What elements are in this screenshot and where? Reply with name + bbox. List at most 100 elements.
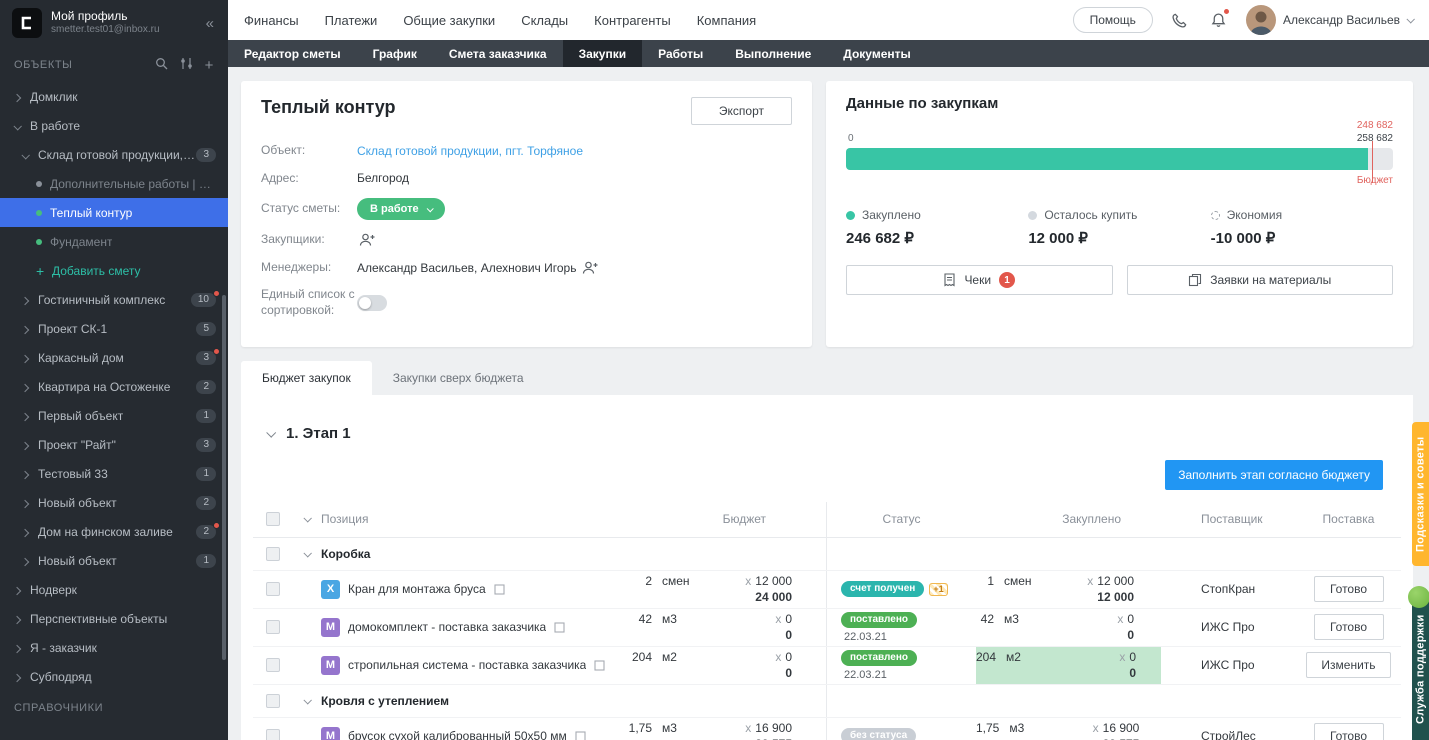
row-checkbox[interactable] xyxy=(266,729,280,740)
sidebar-item-group[interactable]: Перспективные объекты xyxy=(0,604,228,633)
sidebar-scrollbar[interactable] xyxy=(222,295,226,660)
stage-header[interactable]: 1. Этап 1 xyxy=(267,425,1387,442)
position-name[interactable]: стропильная система - поставка заказчика xyxy=(348,658,586,672)
sidebar-item-object[interactable]: Квартира на Остоженке 2 xyxy=(0,372,228,401)
status-badge[interactable]: поставлено xyxy=(841,650,917,666)
tab-works[interactable]: Работы xyxy=(642,40,719,67)
count-badge: 3 xyxy=(196,351,216,365)
add-estimate-button[interactable]: + Добавить смету xyxy=(0,256,228,285)
table-row[interactable]: X Кран для монтажа бруса 2 смен x12 0002… xyxy=(253,571,1401,609)
position-name[interactable]: брусок сухой калиброванный 50x50 мм xyxy=(348,729,567,740)
fill-stage-button[interactable]: Заполнить этап согласно бюджету xyxy=(1165,460,1383,490)
export-button[interactable]: Экспорт xyxy=(691,97,792,125)
bell-icon[interactable] xyxy=(1207,8,1231,32)
chevron-down-icon[interactable] xyxy=(303,696,311,704)
tree-item-label: Проект СК-1 xyxy=(38,322,107,336)
sidebar-item-group[interactable]: Субподряд xyxy=(0,662,228,691)
sidebar-item-group[interactable]: Я - заказчик xyxy=(0,633,228,662)
sidebar-item-object[interactable]: Новый объект 2 xyxy=(0,488,228,517)
tab-editor[interactable]: Редактор сметы xyxy=(228,40,357,67)
tab-client-estimate[interactable]: Смета заказчика xyxy=(433,40,563,67)
nav-warehouses[interactable]: Склады xyxy=(521,13,568,28)
note-icon[interactable] xyxy=(594,660,605,671)
position-name[interactable]: домокомплект - поставка заказчика xyxy=(348,620,546,634)
sidebar-item-object[interactable]: Дом на финском заливе 2 xyxy=(0,517,228,546)
add-person-icon[interactable] xyxy=(359,232,376,247)
add-object-icon[interactable]: + xyxy=(205,58,214,73)
nav-company[interactable]: Компания xyxy=(697,13,757,28)
count-badge: 5 xyxy=(196,322,216,336)
object-link[interactable]: Склад готовой продукции, пгт. Торфяное xyxy=(357,144,583,158)
sidebar-item-object[interactable]: Проект СК-1 5 xyxy=(0,314,228,343)
nav-contractors[interactable]: Контрагенты xyxy=(594,13,671,28)
chevron-down-icon[interactable] xyxy=(303,514,311,522)
sidebar-item-object[interactable]: Новый объект 1 xyxy=(0,546,228,575)
row-checkbox[interactable] xyxy=(266,658,280,672)
note-icon[interactable] xyxy=(575,731,586,740)
checks-button[interactable]: Чеки 1 xyxy=(846,265,1113,295)
budget-unit: м3 xyxy=(652,612,700,626)
row-checkbox[interactable] xyxy=(266,582,280,596)
profile-block[interactable]: Мой профиль smetter.test01@inbox.ru « xyxy=(0,0,228,46)
group-row[interactable]: Коробка xyxy=(253,538,1401,571)
tab-progress[interactable]: Выполнение xyxy=(719,40,827,67)
chevron-down-icon[interactable] xyxy=(303,549,311,557)
nav-payments[interactable]: Платежи xyxy=(325,13,378,28)
count-badge: 2 xyxy=(196,525,216,539)
sidebar-item-group[interactable]: В работе xyxy=(0,111,228,140)
tab-schedule[interactable]: График xyxy=(357,40,433,67)
single-list-toggle[interactable] xyxy=(357,295,387,311)
tips-side-tab[interactable]: Подсказки и советы xyxy=(1412,422,1429,566)
row-checkbox[interactable] xyxy=(266,620,280,634)
user-menu[interactable]: Александр Васильев xyxy=(1246,5,1413,35)
delivery-action-button[interactable]: Готово xyxy=(1314,576,1384,602)
table-row[interactable]: М брусок сухой калиброванный 50x50 мм 1,… xyxy=(253,718,1401,740)
tab-purchases[interactable]: Закупки xyxy=(563,40,643,67)
position-name[interactable]: Кран для монтажа бруса xyxy=(348,582,486,596)
budget-marker-label: Бюджет xyxy=(1357,175,1393,186)
tab-purchase-budget[interactable]: Бюджет закупок xyxy=(241,361,372,395)
sidebar-item-object[interactable]: Проект "Райт" 3 xyxy=(0,430,228,459)
select-all-checkbox[interactable] xyxy=(266,512,280,526)
search-icon[interactable] xyxy=(155,57,168,73)
sidebar-item-object[interactable]: Домклик xyxy=(0,82,228,111)
sidebar-item-estimate-selected[interactable]: Теплый контур xyxy=(0,198,228,227)
table-row[interactable]: М домокомплект - поставка заказчика 42 м… xyxy=(253,609,1401,647)
delivery-action-button[interactable]: Готово xyxy=(1314,614,1384,640)
sidebar-item-object[interactable]: Склад готовой продукции, пгт. 3 xyxy=(0,140,228,169)
status-badge[interactable]: счет получен xyxy=(841,581,924,597)
material-requests-button[interactable]: Заявки на материалы xyxy=(1127,265,1394,295)
sidebar-item-object[interactable]: Каркасный дом 3 xyxy=(0,343,228,372)
phone-icon[interactable] xyxy=(1168,8,1192,32)
nav-finances[interactable]: Финансы xyxy=(244,13,299,28)
help-button[interactable]: Помощь xyxy=(1073,7,1153,33)
support-side-tab[interactable]: Служба поддержки xyxy=(1412,598,1429,740)
status-badge[interactable]: поставлено xyxy=(841,612,917,628)
sidebar-collapse-icon[interactable]: « xyxy=(202,13,218,34)
add-person-icon[interactable] xyxy=(582,260,599,275)
tab-documents[interactable]: Документы xyxy=(827,40,926,67)
table-row[interactable]: М стропильная система - поставка заказчи… xyxy=(253,647,1401,685)
filter-icon[interactable] xyxy=(180,57,193,73)
sidebar-item-object[interactable]: Гостиничный комплекс 10 xyxy=(0,285,228,314)
sidebar-item-object[interactable]: Тестовый 33 1 xyxy=(0,459,228,488)
group-checkbox[interactable] xyxy=(266,547,280,561)
delivery-action-button[interactable]: Готово xyxy=(1314,723,1384,740)
legend-remaining: Осталось купить 12 000 ₽ xyxy=(1028,208,1210,247)
sidebar-item-estimate[interactable]: Дополнительные работы | Фун... xyxy=(0,169,228,198)
status-extra-badge[interactable]: +1 xyxy=(929,583,947,596)
note-icon[interactable] xyxy=(494,584,505,595)
status-badge[interactable]: без статуса xyxy=(841,728,916,740)
directories-section-header[interactable]: СПРАВОЧНИКИ xyxy=(0,691,228,723)
sidebar-item-group[interactable]: Нодверк xyxy=(0,575,228,604)
nav-common-purchases[interactable]: Общие закупки xyxy=(403,13,495,28)
chevron-right-icon xyxy=(13,586,21,594)
group-checkbox[interactable] xyxy=(266,694,280,708)
estimate-status-dropdown[interactable]: В работе xyxy=(357,198,445,220)
delivery-action-button[interactable]: Изменить xyxy=(1306,652,1390,678)
group-row[interactable]: Кровля с утеплением xyxy=(253,685,1401,718)
sidebar-item-object[interactable]: Первый объект 1 xyxy=(0,401,228,430)
tab-over-budget[interactable]: Закупки сверх бюджета xyxy=(372,361,545,395)
sidebar-item-estimate[interactable]: Фундамент xyxy=(0,227,228,256)
note-icon[interactable] xyxy=(554,622,565,633)
